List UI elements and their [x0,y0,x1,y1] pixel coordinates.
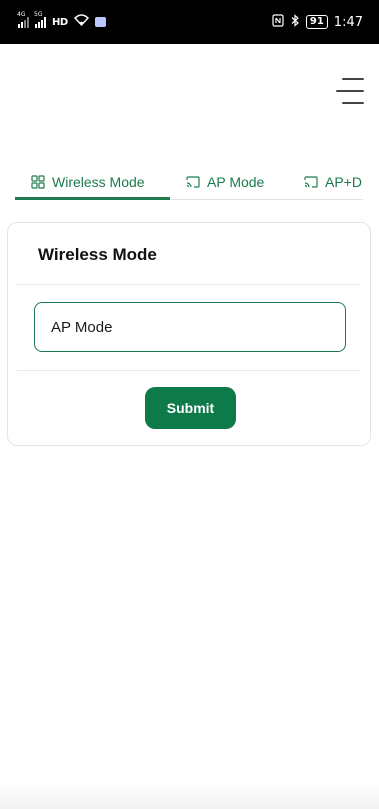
status-bar-left: 4G 5G HD [17,11,106,30]
mode-select[interactable]: AP Mode [34,302,346,352]
wifi-icon [73,14,89,30]
clock-time: 1:47 [333,14,363,30]
bottom-nav-area [0,783,379,809]
divider [17,370,361,371]
active-tab-indicator [15,197,170,200]
submit-button[interactable]: Submit [145,387,236,429]
tab-label: AP Mode [207,174,265,190]
signal-label: 4G [17,11,26,18]
card-title: Wireless Mode [38,245,157,264]
cast-icon [304,175,318,189]
grid-icon [31,175,45,189]
signal-icon: 5G [34,11,46,28]
status-bar: 4G 5G HD 91 1:47 [0,0,379,44]
signal-label: 5G [34,11,43,18]
mode-tabs: Wireless Mode AP Mode AP+D [0,165,379,201]
battery-icon: 91 [305,15,328,29]
hamburger-menu-icon[interactable] [336,78,364,104]
bluetooth-icon [290,13,300,31]
hd-icon: HD [52,16,68,28]
status-bar-right: 91 1:47 [272,13,363,31]
nfc-icon [272,13,284,31]
tab-label: AP+D [325,174,362,190]
cast-icon [186,175,200,189]
signal-icon: 4G [17,11,29,28]
bag-icon [94,17,106,27]
tab-wireless-mode[interactable]: Wireless Mode [31,165,145,199]
divider [17,284,361,285]
wireless-mode-card: Wireless Mode AP Mode Submit [7,222,371,446]
tab-ap-mode[interactable]: AP Mode [186,165,264,199]
tab-label: Wireless Mode [52,174,145,190]
tab-ap-plus-d[interactable]: AP+D [304,165,362,199]
